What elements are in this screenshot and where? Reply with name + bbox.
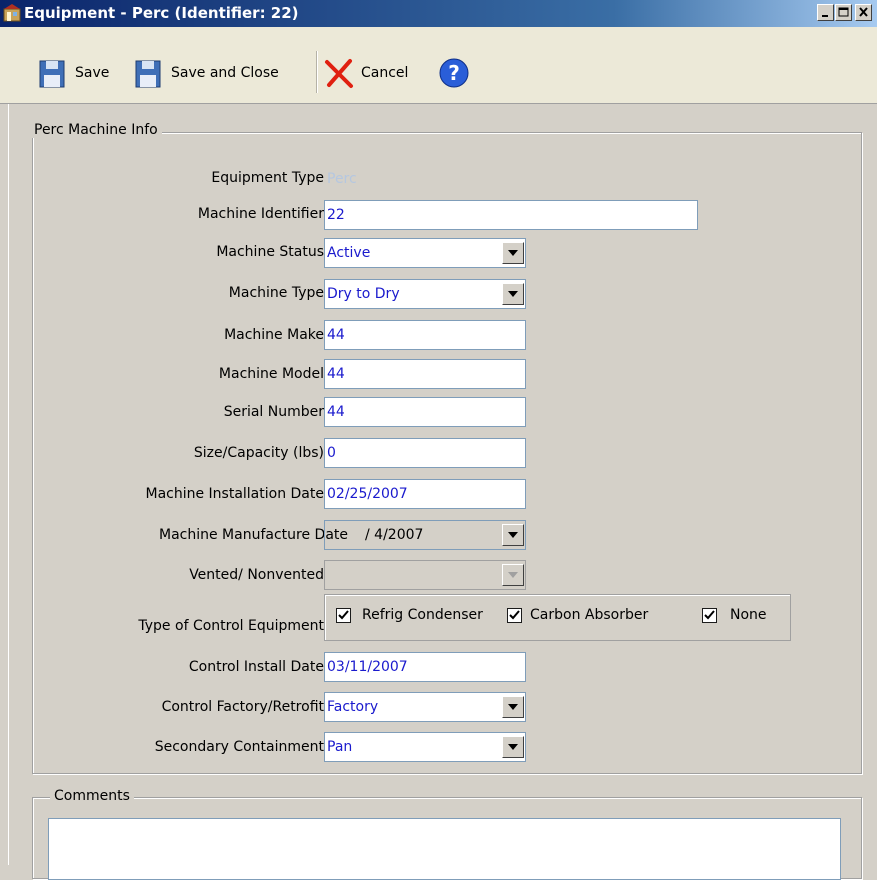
manufacture-date-dropdown-button[interactable]: [502, 524, 524, 546]
installation-date-label: Machine Installation Date: [145, 486, 324, 502]
size-capacity-input[interactable]: 0: [324, 438, 526, 468]
chevron-down-icon: [508, 744, 518, 750]
maximize-button[interactable]: [835, 4, 852, 21]
manufacture-date-value: / 4/2007: [365, 527, 424, 543]
control-equipment-label: Type of Control Equipment: [138, 618, 324, 634]
control-factory-retrofit-value: Factory: [327, 699, 379, 715]
toolbar: Save Save and Close Cancel ?: [0, 27, 877, 104]
minimize-icon: [822, 15, 828, 17]
cancel-button[interactable]: Cancel: [323, 57, 408, 89]
machine-status-value: Active: [327, 245, 371, 261]
comments-textarea[interactable]: [48, 818, 841, 880]
control-equipment-group: Refrig Condenser Carbon Absorber None: [324, 594, 791, 641]
machine-make-label: Machine Make: [224, 327, 324, 343]
secondary-containment-value: Pan: [327, 739, 353, 755]
checkmark-icon: [509, 610, 520, 620]
machine-make-input[interactable]: 44: [324, 320, 526, 350]
machine-type-value: Dry to Dry: [327, 286, 400, 302]
machine-status-dropdown-button[interactable]: [502, 242, 524, 264]
machine-type-select[interactable]: Dry to Dry: [324, 279, 526, 309]
help-button[interactable]: ?: [438, 57, 470, 89]
machine-type-dropdown-button[interactable]: [502, 283, 524, 305]
control-factory-retrofit-dropdown-button[interactable]: [502, 696, 524, 718]
size-capacity-label: Size/Capacity (lbs): [193, 445, 324, 461]
machine-model-label: Machine Model: [218, 366, 324, 382]
none-checkbox[interactable]: [702, 608, 717, 623]
equipment-type-label: Equipment Type: [211, 170, 324, 186]
vented-select: [324, 560, 526, 590]
app-icon: [3, 4, 21, 22]
manufacture-date-label: Machine Manufacture Date: [159, 527, 348, 543]
save-and-close-label: Save and Close: [171, 65, 279, 81]
comments-legend: Comments: [50, 788, 134, 804]
vented-dropdown-button: [502, 564, 524, 586]
vented-label: Vented/ Nonvented: [189, 567, 324, 583]
close-icon: [859, 7, 868, 17]
cancel-label: Cancel: [361, 65, 409, 81]
machine-identifier-label: Machine Identifier: [197, 206, 324, 222]
toolbar-separator: [316, 51, 318, 93]
secondary-containment-label: Secondary Containment: [154, 739, 324, 755]
chevron-down-icon: [508, 532, 518, 538]
control-factory-retrofit-label: Control Factory/Retrofit: [161, 699, 324, 715]
serial-number-label: Serial Number: [223, 404, 324, 420]
none-label: None: [730, 607, 767, 623]
chevron-down-icon: [508, 291, 518, 297]
chevron-down-icon: [508, 572, 518, 578]
help-icon: ?: [439, 58, 469, 88]
refrig-condenser-label: Refrig Condenser: [362, 607, 483, 623]
control-install-date-input[interactable]: 03/11/2007: [324, 652, 526, 682]
secondary-containment-dropdown-button[interactable]: [502, 736, 524, 758]
chevron-down-icon: [508, 250, 518, 256]
left-border: [0, 104, 9, 865]
cancel-icon: [325, 59, 353, 88]
refrig-condenser-checkbox[interactable]: [336, 608, 351, 623]
save-icon: [39, 60, 65, 88]
secondary-containment-select[interactable]: Pan: [324, 732, 526, 762]
serial-number-input[interactable]: 44: [324, 397, 526, 427]
title-bar: Equipment - Perc (Identifier: 22): [0, 0, 877, 27]
save-and-close-button[interactable]: Save and Close: [133, 57, 279, 89]
carbon-absorber-label: Carbon Absorber: [530, 607, 649, 623]
save-close-icon: [135, 60, 161, 88]
machine-status-select[interactable]: Active: [324, 238, 526, 268]
machine-identifier-input[interactable]: 22: [324, 200, 698, 230]
machine-model-input[interactable]: 44: [324, 359, 526, 389]
installation-date-input[interactable]: 02/25/2007: [324, 479, 526, 509]
chevron-down-icon: [508, 704, 518, 710]
maximize-icon: [838, 7, 849, 17]
save-button[interactable]: Save: [37, 57, 109, 89]
control-factory-retrofit-select[interactable]: Factory: [324, 692, 526, 722]
control-install-date-label: Control Install Date: [188, 659, 324, 675]
checkmark-icon: [704, 610, 715, 620]
machine-type-label: Machine Type: [228, 285, 324, 301]
svg-text:?: ?: [448, 61, 460, 85]
manufacture-date-picker[interactable]: / 4/2007: [324, 520, 526, 550]
window-title: Equipment - Perc (Identifier: 22): [24, 4, 299, 22]
equipment-type-value: Perc: [324, 164, 376, 194]
close-button[interactable]: [855, 4, 872, 21]
carbon-absorber-checkbox[interactable]: [507, 608, 522, 623]
perc-machine-info-legend: Perc Machine Info: [30, 122, 162, 138]
checkmark-icon: [338, 610, 349, 620]
save-label: Save: [75, 65, 110, 81]
machine-status-label: Machine Status: [216, 244, 324, 260]
minimize-button[interactable]: [817, 4, 834, 21]
